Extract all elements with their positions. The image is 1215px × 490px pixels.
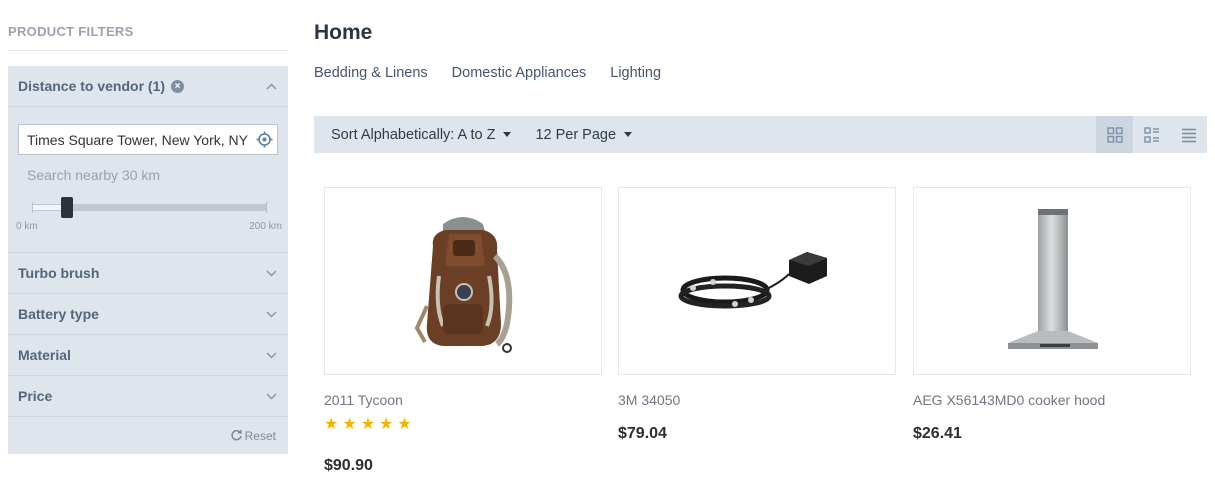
led-strip-image bbox=[678, 252, 827, 309]
slider-handle[interactable] bbox=[61, 197, 73, 218]
slider-min-tick bbox=[32, 202, 33, 213]
subcategory-lighting[interactable]: Lighting bbox=[610, 65, 661, 81]
filter-price[interactable]: Price bbox=[8, 376, 288, 417]
product-image[interactable] bbox=[324, 187, 602, 375]
star-icon: ★ bbox=[397, 416, 412, 433]
catalog-main: Home Bedding & Linens Domestic Appliance… bbox=[314, 0, 1207, 153]
product-image[interactable] bbox=[913, 187, 1191, 375]
chevron-up-icon[interactable] bbox=[264, 79, 278, 93]
list-view-icon bbox=[1143, 126, 1159, 143]
chevron-down-icon[interactable] bbox=[264, 389, 278, 403]
grid-view-button[interactable] bbox=[1096, 116, 1133, 153]
product-name[interactable]: 2011 Tycoon bbox=[324, 392, 602, 408]
location-input[interactable] bbox=[27, 131, 255, 148]
caret-down-icon bbox=[624, 132, 633, 137]
compact-list-button[interactable] bbox=[1170, 116, 1207, 153]
filter-turbo-brush[interactable]: Turbo brush bbox=[8, 253, 288, 294]
filter-battery-type[interactable]: Battery type bbox=[8, 294, 288, 335]
filters-title: PRODUCT FILTERS bbox=[8, 0, 288, 51]
rating-stars: ★ ★ ★ ★ ★ bbox=[324, 417, 602, 433]
grid-view-icon bbox=[1106, 126, 1123, 143]
filters-panel: Distance to vendor (1) × Times Square To… bbox=[8, 66, 288, 454]
sort-label: Sort Alphabetically: A to Z bbox=[331, 126, 496, 143]
reset-label: Reset bbox=[244, 428, 276, 443]
subcategory-domestic-appliances[interactable]: Domestic Appliances bbox=[452, 65, 587, 81]
chevron-down-icon[interactable] bbox=[264, 307, 278, 321]
filter-label: Battery type bbox=[18, 306, 99, 322]
star-icon: ★ bbox=[342, 416, 357, 433]
star-icon: ★ bbox=[379, 416, 394, 433]
clear-filter-icon[interactable]: × bbox=[171, 79, 185, 93]
product-card: AEG X56143MD0 cooker hood $26.41 bbox=[913, 187, 1191, 443]
chevron-down-icon[interactable] bbox=[264, 266, 278, 280]
filter-material[interactable]: Material bbox=[8, 335, 288, 376]
slider-max-label: 200 km bbox=[249, 221, 282, 232]
star-icon: ★ bbox=[324, 416, 339, 433]
page-title: Home bbox=[314, 21, 373, 44]
filter-distance-label: Distance to vendor (1) bbox=[18, 78, 166, 94]
subcategory-bedding-linens[interactable]: Bedding & Linens bbox=[314, 65, 428, 81]
per-page-label: 12 Per Page bbox=[535, 126, 617, 143]
product-price: $26.41 bbox=[913, 425, 962, 442]
filter-label: Price bbox=[18, 388, 53, 404]
list-view-button[interactable] bbox=[1133, 116, 1170, 153]
product-card: 2011 Tycoon ★ ★ ★ ★ ★ $90.90 bbox=[324, 187, 602, 475]
per-page-dropdown[interactable]: 12 Per Page bbox=[535, 126, 633, 143]
product-image[interactable] bbox=[618, 187, 896, 375]
location-field[interactable] bbox=[18, 124, 278, 155]
product-card: 3M 34050 $79.04 bbox=[618, 187, 896, 443]
reset-icon bbox=[230, 429, 242, 441]
compact-list-icon bbox=[1181, 128, 1196, 142]
product-price: $90.90 bbox=[324, 457, 373, 474]
filter-label: Turbo brush bbox=[18, 265, 100, 281]
distance-filter-body: Search nearby 30 km 0 km 200 km bbox=[8, 107, 288, 253]
reset-filters-link[interactable]: Reset bbox=[230, 429, 276, 443]
filter-distance-header[interactable]: Distance to vendor (1) × bbox=[8, 66, 288, 107]
caret-down-icon bbox=[503, 132, 512, 137]
slider-max-tick bbox=[266, 202, 267, 213]
sort-dropdown[interactable]: Sort Alphabetically: A to Z bbox=[331, 126, 512, 143]
cooker-hood-image bbox=[1008, 209, 1098, 349]
product-name[interactable]: AEG X56143MD0 cooker hood bbox=[913, 392, 1191, 408]
view-mode-switch bbox=[1096, 116, 1207, 153]
star-icon: ★ bbox=[360, 416, 376, 433]
filters-sidebar: PRODUCT FILTERS Distance to vendor (1) × bbox=[8, 0, 288, 454]
filter-list: Turbo brush Battery type Material Price bbox=[8, 253, 288, 417]
filter-label: Material bbox=[18, 347, 71, 363]
sort-toolbar: Sort Alphabetically: A to Z 12 Per Page bbox=[314, 116, 1207, 153]
slider-min-label: 0 km bbox=[16, 221, 38, 232]
chevron-down-icon[interactable] bbox=[264, 348, 278, 362]
geolocate-icon[interactable] bbox=[255, 131, 273, 149]
nearby-radius-text: Search nearby 30 km bbox=[27, 167, 161, 183]
subcategory-links: Bedding & Linens Domestic Appliances Lig… bbox=[314, 65, 1207, 81]
distance-slider[interactable] bbox=[32, 197, 267, 218]
product-price: $79.04 bbox=[618, 425, 667, 442]
backpack-image bbox=[414, 217, 513, 353]
product-name[interactable]: 3M 34050 bbox=[618, 392, 896, 408]
